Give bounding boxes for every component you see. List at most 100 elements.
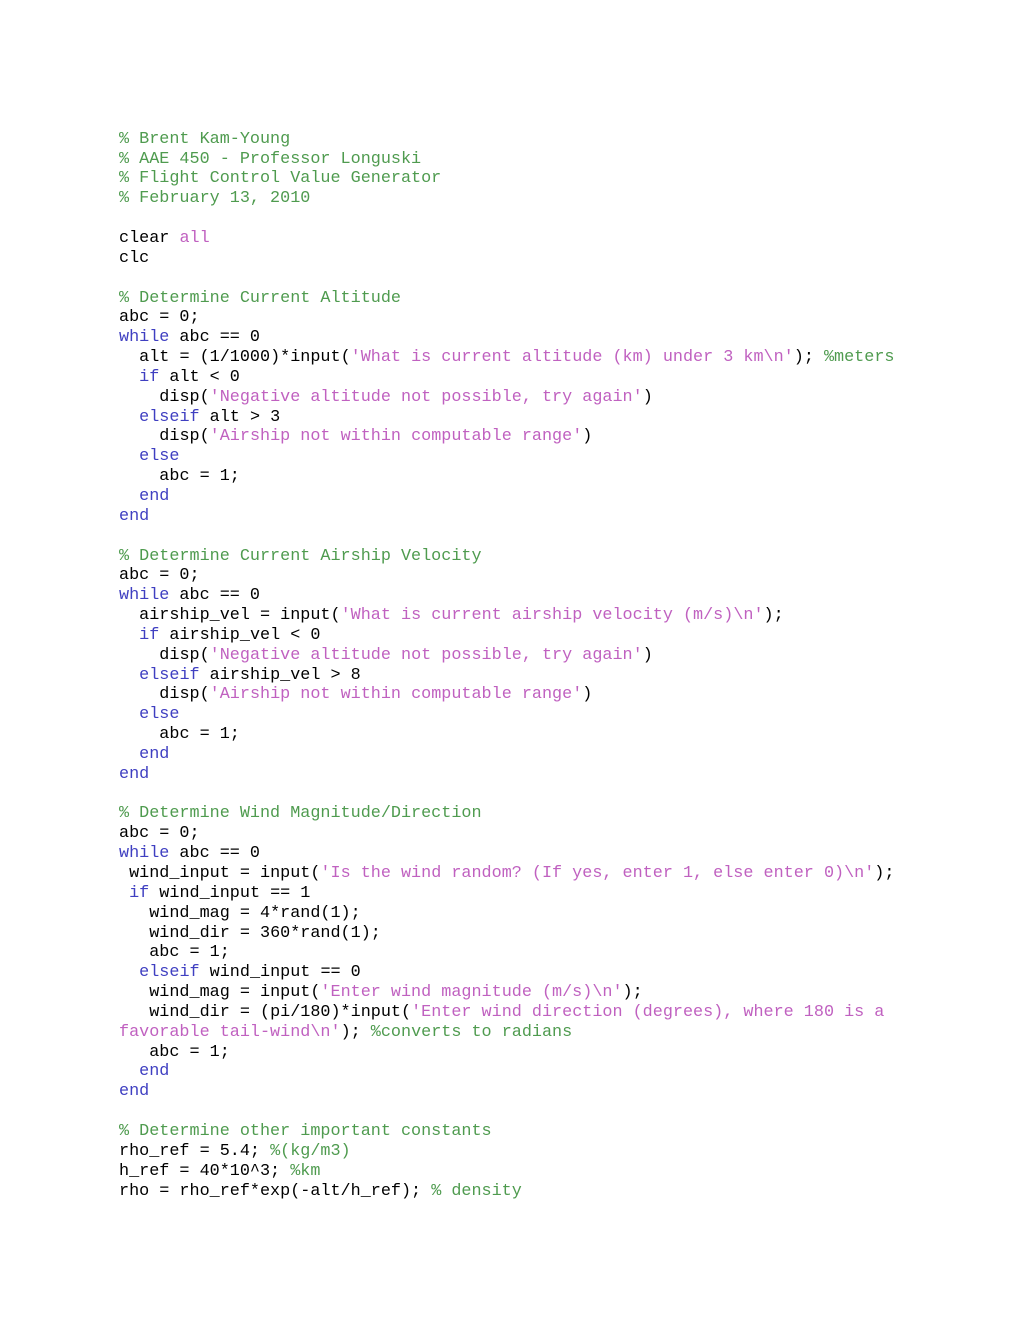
code-line: % AAE 450 - Professor Longuski (119, 150, 919, 170)
code-line: h_ref = 40*10^3; %km (119, 1162, 919, 1182)
code-token-code: ) (642, 645, 653, 665)
matlab-code-listing: % Brent Kam-Young% AAE 450 - Professor L… (119, 130, 919, 1202)
code-token-code: alt > 3 (199, 407, 281, 427)
code-line: elseif airship_vel > 8 (119, 666, 919, 686)
code-token-kw: end (119, 764, 150, 784)
code-token-cmt: %(kg/m3) (270, 1141, 351, 1161)
code-token-kw: while (119, 844, 170, 864)
code-token-code: wind_mag = 4*rand(1); (119, 903, 361, 923)
code-line: while abc == 0 (119, 844, 919, 864)
code-token-kw: while (119, 586, 170, 606)
code-token-code (119, 626, 139, 645)
code-line: if airship_vel < 0 (119, 626, 919, 646)
code-token-code: disp( (119, 685, 210, 705)
code-line: alt = (1/1000)*input('What is current al… (119, 348, 919, 368)
code-token-code (119, 705, 139, 724)
code-token-code: h_ref = 40*10^3; (119, 1161, 291, 1181)
code-line: wind_input = input('Is the wind random? … (119, 864, 919, 884)
code-line: else (119, 705, 919, 725)
code-line: % Brent Kam-Young (119, 130, 919, 150)
code-token-cmt: %km (290, 1161, 321, 1181)
code-line: % Determine Wind Magnitude/Direction (119, 804, 919, 824)
code-token-code: clc (119, 248, 150, 268)
code-token-kw: end (139, 1062, 170, 1082)
code-token-code: wind_mag = input( (119, 983, 321, 1003)
code-line: end (119, 745, 919, 765)
code-token-code: disp( (119, 427, 210, 447)
code-token-code: rho = rho_ref*exp(-alt/h_ref); (119, 1181, 432, 1201)
code-token-kw: end (139, 744, 170, 764)
code-line: abc = 1; (119, 467, 919, 487)
code-line: end (119, 765, 919, 785)
code-line: airship_vel = input('What is current air… (119, 606, 919, 626)
code-line: % February 13, 2010 (119, 189, 919, 209)
code-line: clear all (119, 229, 919, 249)
code-line: wind_mag = input('Enter wind magnitude (… (119, 983, 919, 1003)
code-token-kw: else (139, 705, 180, 725)
code-token-code (119, 1062, 139, 1081)
code-line: wind_dir = 360*rand(1); (119, 924, 919, 944)
code-token-code: rho_ref = 5.4; (119, 1141, 271, 1161)
code-line: else (119, 447, 919, 467)
code-token-code: airship_vel > 8 (199, 665, 361, 685)
code-token-code: airship_vel = input( (119, 606, 341, 626)
code-token-code: abc = 1; (119, 725, 240, 745)
code-token-kw: elseif (139, 963, 200, 983)
code-line: abc = 1; (119, 725, 919, 745)
code-token-kw: end (119, 1082, 150, 1102)
code-token-str: all (179, 229, 210, 249)
code-token-code: ); (340, 1022, 371, 1042)
code-token-code: clear (119, 229, 180, 249)
code-token-kw: if (139, 367, 160, 387)
code-token-code (119, 666, 139, 685)
code-token-str: 'Airship not within computable range' (209, 685, 583, 705)
code-token-code (119, 408, 139, 427)
code-token-code (119, 447, 139, 466)
code-token-code: ); (622, 983, 643, 1003)
code-token-kw: while (119, 328, 170, 348)
code-line: abc = 1; (119, 1043, 919, 1063)
code-token-kw: end (119, 506, 150, 526)
code-line: wind_mag = 4*rand(1); (119, 904, 919, 924)
code-line: if alt < 0 (119, 368, 919, 388)
code-line: rho_ref = 5.4; %(kg/m3) (119, 1142, 919, 1162)
code-token-cmt: % Flight Control Value Generator (119, 169, 442, 189)
code-token-code: abc = 0; (119, 824, 200, 844)
code-token-code (119, 368, 139, 387)
code-token-cmt: % Determine Current Airship Velocity (119, 546, 482, 566)
code-token-code: abc == 0 (169, 844, 260, 864)
code-token-code: ) (642, 387, 653, 407)
code-token-cmt: % Brent Kam-Young (119, 129, 291, 149)
code-token-kw: elseif (139, 407, 200, 427)
code-token-code: wind_input = input( (119, 864, 321, 884)
code-line: abc = 0; (119, 308, 919, 328)
code-token-str: 'Is the wind random? (If yes, enter 1, e… (320, 864, 875, 884)
code-line: disp('Airship not within computable rang… (119, 685, 919, 705)
code-token-code: ) (582, 427, 593, 447)
code-line: while abc == 0 (119, 586, 919, 606)
code-line: elseif wind_input == 0 (119, 963, 919, 983)
code-line: if wind_input == 1 (119, 884, 919, 904)
code-line: end (119, 507, 919, 527)
code-token-str: 'What is current airship velocity (m/s)\… (340, 606, 764, 626)
code-token-str: 'Airship not within computable range' (209, 427, 583, 447)
code-line: end (119, 487, 919, 507)
code-token-cmt: %converts to radians (370, 1022, 573, 1042)
code-line: end (119, 1082, 919, 1102)
code-token-code (119, 884, 129, 903)
code-token-code: abc = 1; (119, 1042, 230, 1062)
code-token-code: wind_dir = (pi/180)*input( (119, 1002, 412, 1022)
code-line: clc (119, 249, 919, 269)
code-token-cmt: % Determine Wind Magnitude/Direction (119, 804, 482, 824)
code-token-str: 'Enter wind magnitude (m/s)\n' (320, 983, 623, 1003)
code-token-kw: if (139, 625, 160, 645)
code-token-kw: if (129, 883, 150, 903)
code-token-code: disp( (119, 645, 210, 665)
code-token-code: wind_input == 0 (199, 963, 361, 983)
code-line: while abc == 0 (119, 328, 919, 348)
